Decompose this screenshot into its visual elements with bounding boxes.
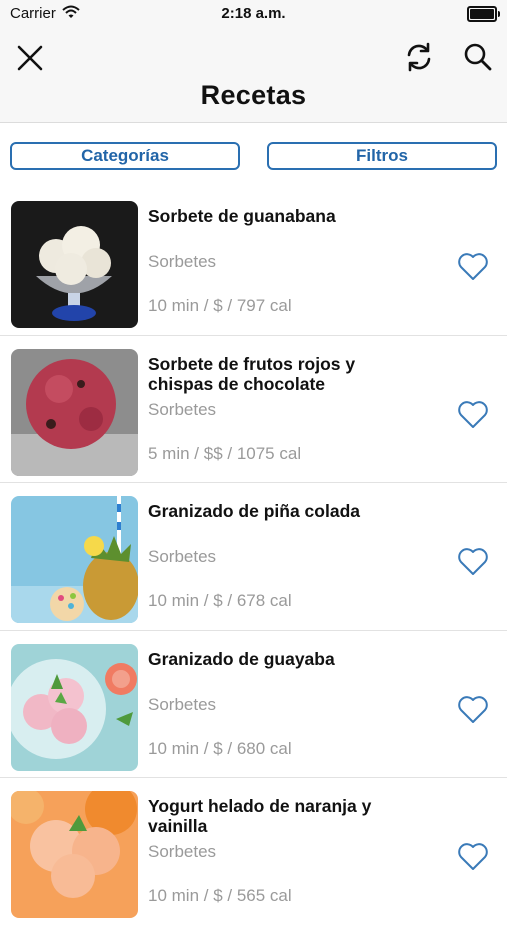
recipe-image-soursop-sorbet [11, 201, 138, 328]
clock: 2:18 a.m. [221, 5, 286, 22]
recipe-meta: 10 min / $ / 565 cal [148, 886, 292, 905]
recipe-row[interactable]: Sorbete de frutos rojos y chispas de cho… [0, 336, 507, 483]
navigation-bar: Recetas [0, 28, 507, 123]
favorite-heart-icon[interactable] [457, 547, 489, 577]
recipe-category: Sorbetes [148, 547, 217, 566]
recipe-row[interactable]: Granizado de guayaba Sorbetes 10 min / $… [0, 631, 507, 778]
recipe-category: Sorbetes [148, 399, 217, 419]
refresh-icon[interactable] [402, 40, 436, 74]
recipe-meta: 10 min / $ / 678 cal [148, 591, 292, 610]
recipe-title: Granizado de piña colada [148, 501, 360, 521]
recipe-list: Sorbete de guanabana Sorbetes 10 min / $… [0, 188, 507, 925]
recipe-title: Sorbete de frutos rojos y chispas de cho… [148, 353, 356, 394]
search-icon[interactable] [462, 41, 494, 73]
recipe-image-pina-colada [11, 496, 138, 623]
favorite-heart-icon[interactable] [457, 842, 489, 872]
recipe-title: Sorbete de guanabana [148, 206, 336, 226]
favorite-heart-icon[interactable] [457, 252, 489, 282]
recipe-meta: 10 min / $ / 797 cal [148, 296, 292, 315]
close-icon[interactable] [14, 42, 46, 74]
recipe-category: Sorbetes [148, 252, 217, 271]
battery-icon [467, 6, 500, 22]
recipe-image-berry-sorbet [11, 348, 138, 476]
categories-button[interactable]: Categorías [10, 142, 240, 170]
recipe-image-guava-granita [11, 643, 138, 771]
recipe-title: Yogurt helado de naranja y vainilla [148, 796, 372, 836]
status-bar: Carrier 2:18 a.m. [0, 0, 507, 28]
recipe-row[interactable]: Granizado de piña colada Sorbetes 10 min… [0, 483, 507, 631]
page-title: Recetas [200, 80, 307, 110]
recipe-category: Sorbetes [148, 842, 217, 861]
recipe-row[interactable]: Yogurt helado de naranja y vainilla Sorb… [0, 778, 507, 925]
favorite-heart-icon[interactable] [457, 695, 489, 725]
favorite-heart-icon[interactable] [457, 400, 489, 430]
recipe-meta: 10 min / $ / 680 cal [148, 738, 292, 758]
recipe-row[interactable]: Sorbete de guanabana Sorbetes 10 min / $… [0, 188, 507, 336]
recipe-category: Sorbetes [148, 694, 217, 714]
recipe-meta: 5 min / $$ / 1075 cal [148, 443, 302, 463]
recipe-title: Granizado de guayaba [148, 648, 335, 669]
recipe-image-orange-frozen-yogurt [11, 791, 138, 918]
filters-button[interactable]: Filtros [267, 142, 497, 170]
